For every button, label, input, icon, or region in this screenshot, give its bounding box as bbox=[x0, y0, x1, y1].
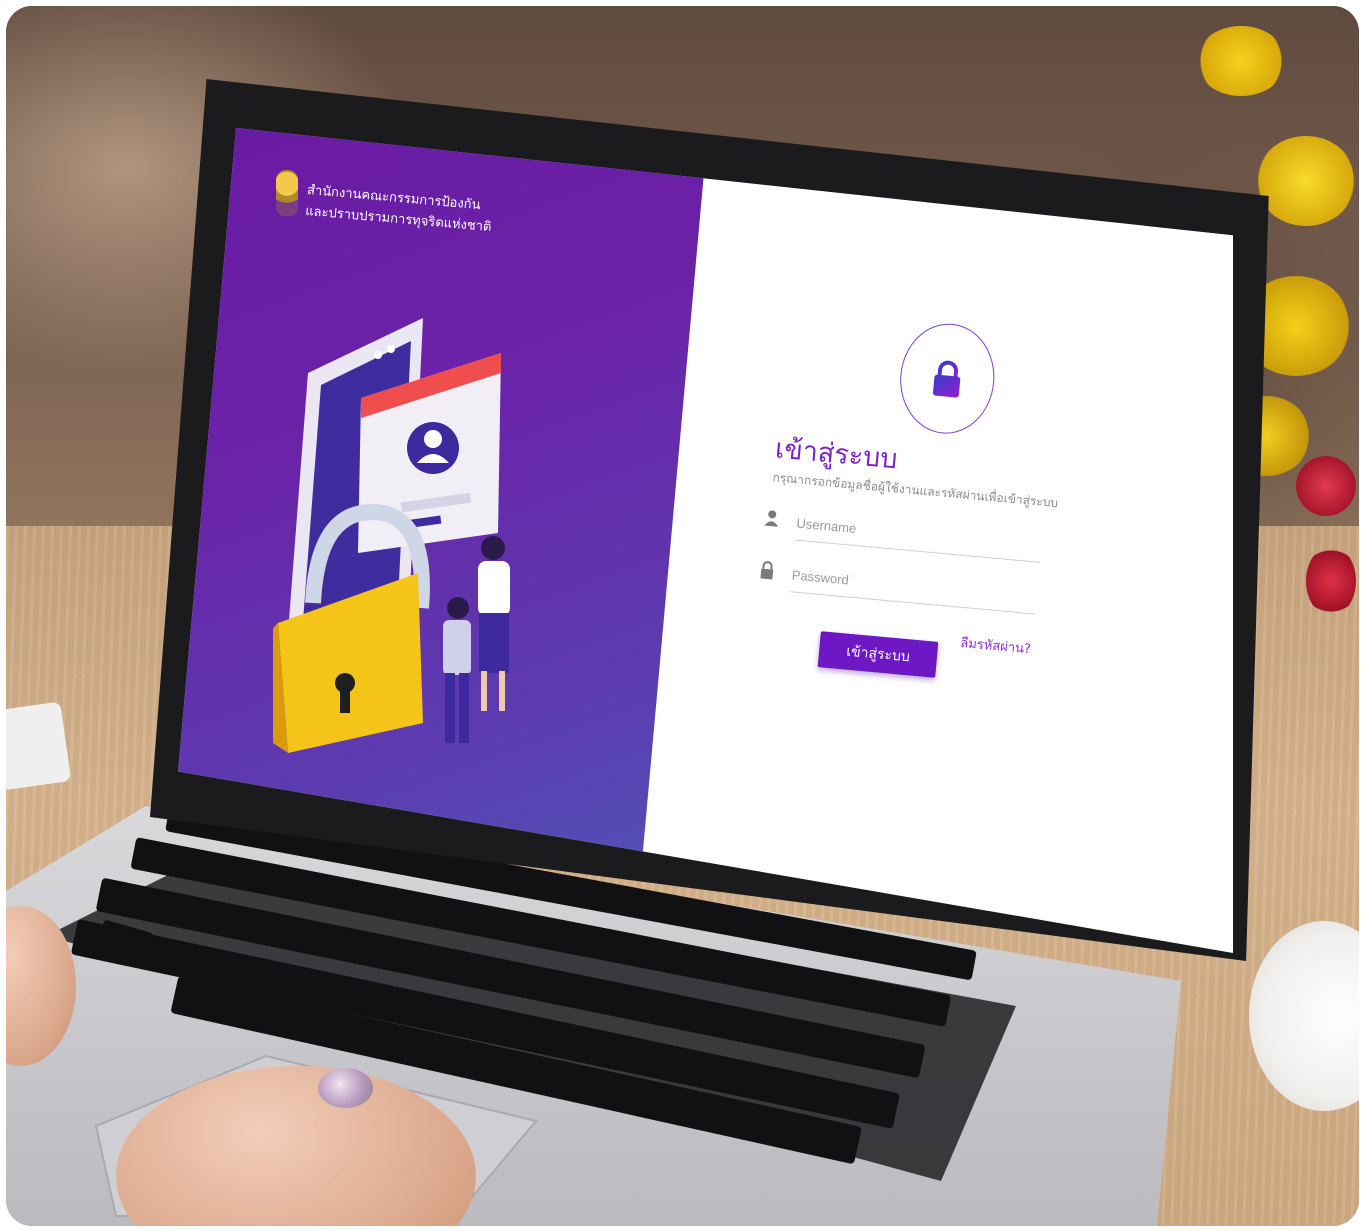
password-input[interactable] bbox=[791, 566, 1022, 603]
login-button[interactable]: เข้าสู่ระบบ bbox=[817, 631, 939, 678]
lock-badge bbox=[895, 319, 1000, 438]
password-field bbox=[758, 554, 1036, 615]
ring bbox=[318, 1068, 373, 1108]
security-illustration bbox=[273, 318, 510, 753]
lock-icon bbox=[932, 360, 961, 398]
user-icon bbox=[764, 510, 782, 531]
forgot-password-link[interactable]: ลืมรหัสผ่าน? bbox=[959, 632, 1032, 659]
agency-logo bbox=[276, 170, 298, 216]
username-field bbox=[763, 502, 1041, 563]
padlock-icon bbox=[759, 561, 777, 584]
username-input[interactable] bbox=[795, 515, 1027, 551]
login-form: เข้าสู่ระบบ กรุณากรอกข้อมูลชื่อผู้ใช้งาน… bbox=[736, 308, 1096, 795]
